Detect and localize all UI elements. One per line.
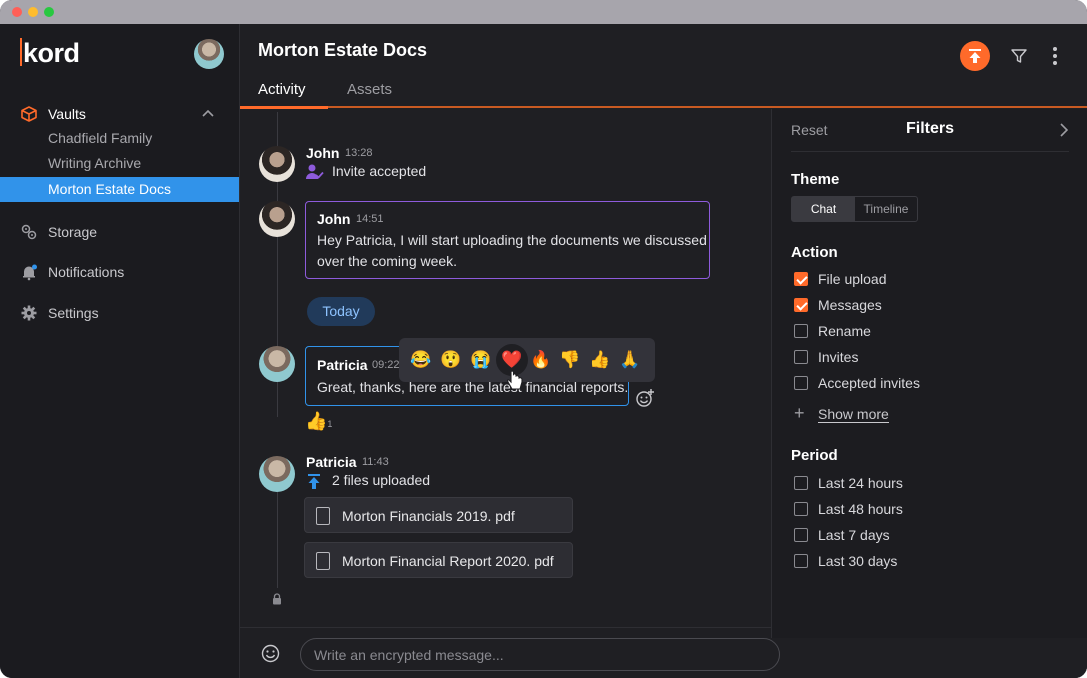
- theme-toggle: Chat Timeline: [791, 196, 918, 222]
- event-text: Invite accepted: [332, 163, 427, 179]
- checkbox[interactable]: [794, 376, 808, 390]
- sidebar-item-notifications[interactable]: Notifications: [0, 259, 239, 285]
- checkbox[interactable]: [794, 350, 808, 364]
- reset-button[interactable]: Reset: [791, 122, 828, 138]
- divider: [791, 151, 1069, 152]
- file-name: Morton Financials 2019. pdf: [342, 508, 515, 524]
- action-section-title: Action: [791, 244, 838, 261]
- theme-section-title: Theme: [791, 171, 840, 188]
- close-window-button[interactable]: [12, 7, 22, 17]
- event-text: 2 files uploaded: [332, 472, 431, 488]
- timeline-line: [277, 492, 278, 588]
- sidebar-item-label: Vaults: [48, 106, 86, 122]
- pray-emoji-icon[interactable]: 🙏: [619, 349, 641, 371]
- message-author: Patricia: [317, 357, 368, 373]
- sidebar-item-morton-estate-docs[interactable]: Morton Estate Docs: [0, 177, 239, 202]
- upload-icon: [969, 49, 981, 63]
- reaction-chip[interactable]: 👍1: [305, 411, 332, 433]
- document-icon: [316, 507, 330, 525]
- checkbox[interactable]: [794, 324, 808, 338]
- chevron-right-icon[interactable]: [1060, 123, 1068, 137]
- file-attachment[interactable]: Morton Financials 2019. pdf: [304, 497, 573, 533]
- hand-cursor-icon: [507, 370, 523, 390]
- period-section-title: Period: [791, 447, 838, 464]
- filters-panel: Reset Filters Theme Chat Timeline Action…: [771, 109, 1087, 638]
- message-bubble[interactable]: John 14:51 Hey Patricia, I will start up…: [305, 201, 710, 279]
- plus-icon: +: [794, 403, 805, 423]
- storage-icon: [21, 224, 37, 240]
- message-author: John: [317, 211, 351, 227]
- file-attachment[interactable]: Morton Financial Report 2020. pdf: [304, 542, 573, 578]
- thumbs-up-emoji-icon[interactable]: 👍: [589, 349, 611, 371]
- page-title: Morton Estate Docs: [258, 40, 428, 60]
- active-tab-indicator: [240, 106, 328, 109]
- user-avatar[interactable]: [194, 39, 224, 69]
- reaction-count: 1: [327, 419, 333, 429]
- fire-emoji-icon[interactable]: 🔥: [530, 349, 552, 371]
- astonished-emoji-icon[interactable]: 😲: [440, 349, 462, 371]
- thumbs-up-icon: 👍: [305, 411, 328, 431]
- lock-icon: [273, 593, 281, 605]
- message-author: John: [306, 145, 340, 161]
- sidebar-item-storage[interactable]: Storage: [0, 219, 239, 245]
- upload-arrow-icon: [308, 474, 320, 489]
- gear-icon: [21, 305, 37, 321]
- message-time: 13:28: [345, 147, 373, 159]
- message-input-placeholder: Write an encrypted message...: [314, 647, 504, 663]
- crying-emoji-icon[interactable]: 😭: [470, 349, 492, 371]
- sidebar-item-writing-archive[interactable]: Writing Archive: [0, 151, 239, 176]
- checkbox[interactable]: [794, 272, 808, 286]
- avatar: [259, 456, 295, 492]
- upload-button[interactable]: [960, 41, 990, 71]
- sidebar-item-settings[interactable]: Settings: [0, 300, 239, 326]
- tab-assets[interactable]: Assets: [347, 81, 392, 98]
- filter-icon[interactable]: [1011, 48, 1027, 64]
- sidebar: kord Vaults Chadfield Family Writing Arc…: [0, 24, 240, 678]
- sidebar-item-vaults[interactable]: Vaults: [0, 101, 239, 127]
- document-icon: [316, 552, 330, 570]
- tab-activity[interactable]: Activity: [258, 81, 306, 98]
- checkbox[interactable]: [794, 502, 808, 516]
- file-name: Morton Financial Report 2020. pdf: [342, 553, 554, 569]
- invite-accepted-icon: [306, 164, 324, 179]
- tab-bar-divider: [240, 106, 1087, 108]
- message-time: 09:22: [372, 359, 400, 371]
- filters-title: Filters: [906, 120, 955, 137]
- sidebar-item-chadfield-family[interactable]: Chadfield Family: [0, 126, 239, 151]
- checkbox[interactable]: [794, 476, 808, 490]
- checkbox[interactable]: [794, 528, 808, 542]
- theme-option-timeline[interactable]: Timeline: [855, 197, 917, 221]
- message-time: 11:43: [362, 456, 389, 468]
- chevron-up-icon[interactable]: [202, 109, 214, 117]
- title-bar: [0, 0, 1087, 24]
- avatar: [259, 146, 295, 182]
- more-options-icon[interactable]: [1052, 46, 1058, 66]
- checkbox[interactable]: [794, 298, 808, 312]
- minimize-window-button[interactable]: [28, 7, 38, 17]
- message-time: 14:51: [356, 213, 384, 225]
- add-reaction-icon[interactable]: [635, 388, 655, 408]
- app-logo: kord: [20, 38, 80, 69]
- vault-box-icon: [21, 106, 37, 122]
- message-text: Hey Patricia, I will start uploading the…: [317, 232, 707, 269]
- thumbs-down-emoji-icon[interactable]: 👎: [559, 349, 581, 371]
- bell-icon: [23, 264, 37, 281]
- app-window: kord Vaults Chadfield Family Writing Arc…: [0, 0, 1087, 678]
- day-divider: Today: [307, 297, 375, 326]
- emoji-picker: 😂 😲 😭 ❤️ 🔥 👎 👍 🙏: [399, 338, 655, 382]
- avatar: [259, 346, 295, 382]
- emoji-icon[interactable]: [261, 644, 280, 663]
- heart-emoji-icon[interactable]: ❤️: [501, 349, 523, 371]
- message-author: Patricia: [306, 454, 357, 470]
- message-input[interactable]: Write an encrypted message...: [300, 638, 780, 671]
- checkbox[interactable]: [794, 554, 808, 568]
- avatar: [259, 201, 295, 237]
- theme-option-chat[interactable]: Chat: [792, 197, 855, 221]
- maximize-window-button[interactable]: [44, 7, 54, 17]
- laughing-emoji-icon[interactable]: 😂: [410, 349, 432, 371]
